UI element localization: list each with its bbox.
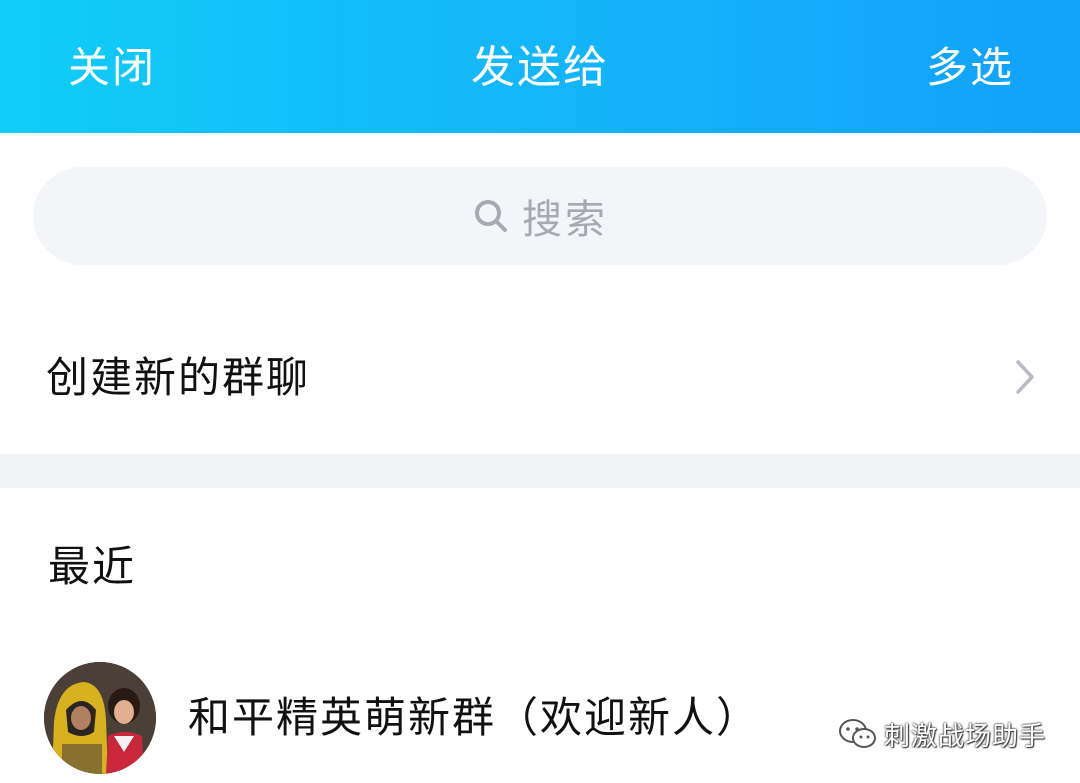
multi-select-button[interactable]: 多选 xyxy=(926,38,1014,98)
wechat-icon xyxy=(839,719,876,748)
chat-name: 和平精英萌新群（欢迎新人） xyxy=(188,693,761,742)
section-divider xyxy=(0,454,1080,488)
search-placeholder-group: 搜索 xyxy=(33,167,1047,265)
page-title: 发送给 xyxy=(471,42,609,93)
top-bar: 关闭 发送给 多选 xyxy=(0,0,1080,133)
create-group-chat-row[interactable]: 创建新的群聊 xyxy=(0,300,1080,454)
search-placeholder: 搜索 xyxy=(522,197,608,243)
group-avatar xyxy=(44,662,156,774)
search-input[interactable]: 搜索 xyxy=(33,167,1047,265)
search-icon xyxy=(475,200,507,232)
recent-section-title: 最近 xyxy=(48,542,137,591)
create-group-chat-label: 创建新的群聊 xyxy=(46,353,311,402)
watermark: 刺激战场助手 xyxy=(838,714,1046,754)
chevron-right-icon xyxy=(1016,360,1034,394)
watermark-text: 刺激战场助手 xyxy=(884,721,1047,752)
share-to-screen: 关闭 发送给 多选 搜索 创建新的群聊 最近 和平精英萌新群（欢迎新人） 刺激战… xyxy=(0,0,1080,783)
